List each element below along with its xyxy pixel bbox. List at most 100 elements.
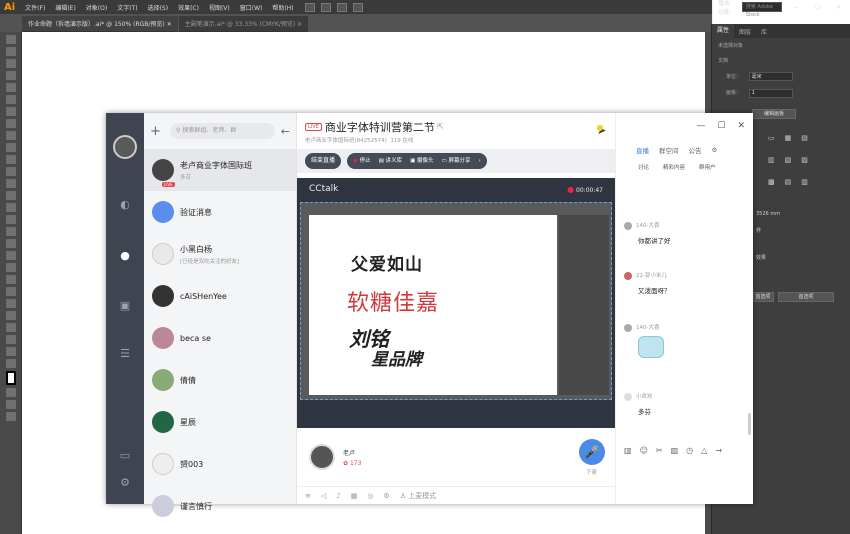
- settings-gear-icon[interactable]: ⚙: [118, 476, 132, 490]
- tab-libraries[interactable]: 库: [756, 27, 772, 36]
- tab-notice[interactable]: 公告: [689, 145, 702, 155]
- direct-selection-tool-icon[interactable]: [6, 47, 16, 56]
- emoji-icon[interactable]: ☺: [640, 446, 648, 455]
- gear-icon[interactable]: ⚙: [712, 146, 718, 154]
- blend-tool-icon[interactable]: [6, 287, 16, 296]
- lasso-tool-icon[interactable]: [6, 71, 16, 80]
- align-icon[interactable]: ▭: [768, 134, 775, 148]
- maximize-icon[interactable]: ☐: [810, 4, 825, 11]
- list-item[interactable]: beca se: [144, 317, 296, 359]
- magic-wand-tool-icon[interactable]: [6, 59, 16, 68]
- share-icon[interactable]: ⇱: [437, 122, 444, 131]
- minimize-icon[interactable]: —: [788, 4, 804, 11]
- paintbrush-tool-icon[interactable]: [6, 143, 16, 152]
- menu-object[interactable]: 对象(O): [81, 3, 112, 12]
- bell-icon[interactable]: △: [701, 446, 707, 455]
- menu-edit[interactable]: 编辑(E): [50, 3, 80, 12]
- snap-pixel-icon[interactable]: ▥: [801, 178, 808, 192]
- maximize-icon[interactable]: ☐: [717, 121, 725, 131]
- close-icon[interactable]: ✕: [831, 4, 846, 11]
- handout-button[interactable]: ▤ 讲义库: [379, 153, 402, 169]
- grid-icon[interactable]: ▦: [785, 134, 792, 148]
- grid-view-icon[interactable]: ▦: [351, 492, 358, 500]
- list-item[interactable]: 赟003: [144, 443, 296, 485]
- history-icon[interactable]: ◷: [686, 446, 693, 455]
- symbol-sprayer-tool-icon[interactable]: [6, 299, 16, 308]
- mic-button[interactable]: 🎤: [579, 439, 605, 465]
- screen-mode-icon[interactable]: [6, 412, 16, 421]
- slice-tool-icon[interactable]: [6, 335, 16, 344]
- artboard-tool-icon[interactable]: [6, 323, 16, 332]
- tab-discussion[interactable]: 讨论: [638, 163, 649, 171]
- artboard-select[interactable]: 1: [748, 89, 793, 98]
- tab-group-space[interactable]: 群空间: [659, 145, 679, 155]
- column-graph-tool-icon[interactable]: [6, 311, 16, 320]
- camera-button[interactable]: ▣ 摄像头: [410, 153, 433, 169]
- pixel-icon[interactable]: ▨: [801, 156, 808, 170]
- gpu-icon[interactable]: [352, 2, 363, 12]
- gift-icon[interactable]: ▥: [624, 446, 632, 455]
- list-item[interactable]: 倩倩: [144, 359, 296, 401]
- width-tool-icon[interactable]: [6, 203, 16, 212]
- list-item[interactable]: 谨言慎行: [144, 485, 296, 527]
- tab-layers[interactable]: 图层: [734, 27, 756, 36]
- arrange-docs-icon[interactable]: [336, 2, 347, 12]
- workspace-switcher[interactable]: 基本功能: [713, 0, 736, 16]
- chat-scrollbar[interactable]: [748, 413, 751, 435]
- eraser-tool-icon[interactable]: [6, 167, 16, 176]
- contacts-icon[interactable]: ☰: [118, 347, 132, 361]
- image-icon[interactable]: ▨: [671, 446, 679, 455]
- message-icon[interactable]: ▭: [118, 449, 132, 463]
- minimize-icon[interactable]: —: [696, 121, 705, 131]
- mode-toggle[interactable]: ♙ 上麦模式: [400, 491, 437, 501]
- settings-icon[interactable]: ⚙: [383, 492, 389, 500]
- microphone-icon[interactable]: ♪: [336, 492, 340, 500]
- edit-artboards-button[interactable]: 编辑画板: [752, 109, 796, 119]
- units-select[interactable]: 毫米: [748, 72, 793, 81]
- free-transform-tool-icon[interactable]: [6, 215, 16, 224]
- eyedropper-tool-icon[interactable]: [6, 275, 16, 284]
- tab-doc-2[interactable]: 主副笔演示.ai* @ 33.33% (CMYK/预览) ✕: [178, 16, 309, 32]
- chat-icon[interactable]: ●: [118, 249, 132, 263]
- tab-close-icon[interactable]: ✕: [167, 21, 172, 28]
- rotate-tool-icon[interactable]: [6, 179, 16, 188]
- stock-search-input[interactable]: 搜索 Adobe Stock: [741, 2, 782, 18]
- snap-grid-icon[interactable]: ▤: [785, 178, 792, 192]
- tab-doc-1[interactable]: 作业命题（拆墙演示版）.ai* @ 150% (RGB/预览) ✕: [22, 16, 178, 32]
- hand-tool-icon[interactable]: [6, 347, 16, 356]
- type-tool-icon[interactable]: [6, 107, 16, 116]
- snap-point-icon[interactable]: ▩: [768, 178, 775, 192]
- tab-live[interactable]: 直播: [636, 145, 649, 155]
- menu-view[interactable]: 视图(V): [204, 3, 235, 12]
- snap-icon[interactable]: ▧: [785, 156, 792, 170]
- perspective-grid-tool-icon[interactable]: [6, 239, 16, 248]
- menu-type[interactable]: 文字(T): [112, 3, 142, 12]
- wifi-icon[interactable]: ≋: [305, 492, 311, 500]
- shape-builder-tool-icon[interactable]: [6, 227, 16, 236]
- add-icon[interactable]: +: [150, 124, 164, 139]
- curvature-tool-icon[interactable]: [6, 95, 16, 104]
- mesh-tool-icon[interactable]: [6, 251, 16, 260]
- preferences-button-a[interactable]: 首选项: [752, 292, 774, 302]
- rectangle-tool-icon[interactable]: [6, 131, 16, 140]
- tab-highlights[interactable]: 精彩内容: [663, 163, 685, 171]
- collapse-arrow-icon[interactable]: ←: [281, 125, 290, 138]
- calendar-icon[interactable]: ▣: [118, 299, 132, 313]
- close-icon[interactable]: ✕: [737, 121, 745, 131]
- scissors-icon[interactable]: ✂: [656, 446, 663, 455]
- tab-members[interactable]: 群用户: [699, 163, 716, 171]
- rulers-icon[interactable]: ▤: [801, 134, 808, 148]
- draw-mode-icon[interactable]: [6, 400, 16, 409]
- list-item[interactable]: 验证消息: [144, 191, 296, 233]
- tab-close-icon[interactable]: ✕: [297, 21, 302, 28]
- pen-tool-icon[interactable]: [6, 83, 16, 92]
- stock-icon[interactable]: [320, 2, 331, 12]
- list-item[interactable]: 小黑白杨 [已经是双向关注的好友]: [144, 233, 296, 275]
- user-avatar[interactable]: [113, 135, 137, 159]
- end-live-button[interactable]: 结束直播: [305, 153, 342, 169]
- menu-effect[interactable]: 效果(C): [173, 3, 204, 12]
- list-item[interactable]: cAiSHenYee: [144, 275, 296, 317]
- discover-icon[interactable]: ◐: [118, 198, 132, 212]
- menu-file[interactable]: 文件(F): [20, 3, 50, 12]
- bridge-icon[interactable]: [304, 2, 315, 12]
